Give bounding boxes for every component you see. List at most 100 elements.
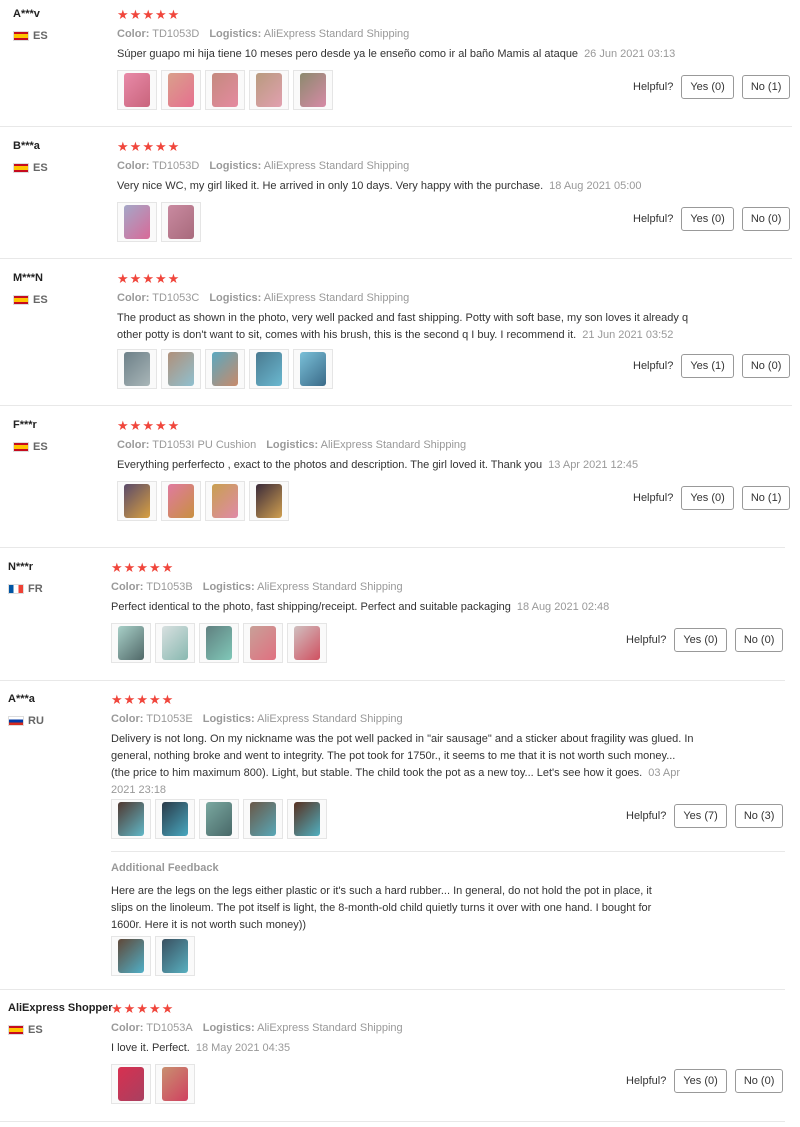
star-icon: ★: [136, 561, 148, 576]
review-text: The product as shown in the photo, very …: [117, 310, 697, 344]
reviewer-name: B***a: [13, 140, 40, 152]
helpful-no-button[interactable]: No (0): [741, 207, 791, 231]
review-photo[interactable]: [199, 799, 239, 839]
review-photo[interactable]: [117, 481, 157, 521]
helpful-yes-button[interactable]: Yes (0): [674, 1069, 727, 1093]
review-photo[interactable]: [111, 799, 151, 839]
helpful-yes-button[interactable]: Yes (1): [681, 354, 734, 378]
review-photo[interactable]: [243, 623, 283, 663]
review-text: Very nice WC, my girl liked it. He arriv…: [117, 178, 697, 195]
france-flag-icon: [8, 584, 24, 594]
color-value: TD1053E: [146, 713, 193, 725]
review-photo[interactable]: [161, 202, 201, 242]
logistics-value: AliExpress Standard Shipping: [263, 28, 410, 40]
helpful-vote: Helpful? Yes (7) No (3): [626, 804, 784, 828]
review-photo[interactable]: [249, 70, 289, 110]
review-meta: Color: TD1053D Logistics: AliExpress Stan…: [117, 160, 409, 172]
helpful-no-button[interactable]: No (1): [741, 486, 791, 510]
color-value: TD1053D: [152, 160, 200, 172]
review-photo[interactable]: [161, 481, 201, 521]
review-body: Perfect identical to the photo, fast shi…: [111, 601, 511, 613]
color-label: Color:: [117, 160, 150, 172]
divider: [0, 547, 785, 548]
photo-gallery: [117, 481, 289, 521]
review-photo[interactable]: [205, 481, 245, 521]
additional-feedback-label: Additional Feedback: [111, 862, 219, 874]
review-meta: Color: TD1053I PU Cushion Logistics: AliE…: [117, 439, 466, 451]
star-icon: ★: [129, 272, 142, 287]
star-rating: ★ ★ ★ ★ ★: [111, 694, 173, 707]
helpful-yes-button[interactable]: Yes (0): [674, 628, 727, 652]
logistics-label: Logistics:: [266, 439, 319, 451]
country-code: ES: [33, 162, 48, 174]
color-value: TD1053D: [152, 28, 200, 40]
review-photo[interactable]: [155, 936, 195, 976]
review-photo[interactable]: [117, 349, 157, 389]
review-photo[interactable]: [155, 623, 195, 663]
review-text: Everything perferfecto , exact to the ph…: [117, 457, 697, 474]
divider: [0, 258, 792, 259]
review-photo[interactable]: [199, 623, 239, 663]
helpful-no-button[interactable]: No (0): [734, 1069, 784, 1093]
logistics-value: AliExpress Standard Shipping: [263, 160, 410, 172]
color-label: Color:: [117, 292, 150, 304]
reviewer-name: F***r: [13, 419, 37, 431]
review-photo[interactable]: [155, 1064, 195, 1104]
color-value: TD1053C: [152, 292, 200, 304]
star-rating: ★ ★ ★ ★ ★: [117, 9, 179, 22]
star-icon: ★: [142, 140, 154, 155]
helpful-yes-button[interactable]: Yes (0): [681, 75, 734, 99]
review-photo[interactable]: [293, 70, 333, 110]
review-body: Everything perferfecto , exact to the ph…: [117, 459, 543, 471]
reviewer-country: ES: [13, 30, 48, 42]
reviewer-name: A***a: [8, 693, 35, 705]
review-photo[interactable]: [205, 70, 245, 110]
helpful-no-button[interactable]: No (3): [734, 804, 784, 828]
helpful-yes-button[interactable]: Yes (7): [674, 804, 727, 828]
helpful-no-button[interactable]: No (0): [734, 628, 784, 652]
review-photo[interactable]: [249, 349, 289, 389]
review-photo[interactable]: [293, 349, 333, 389]
review-photo[interactable]: [287, 799, 327, 839]
review-photo[interactable]: [111, 623, 151, 663]
logistics-label: Logistics:: [209, 28, 262, 40]
review-photo[interactable]: [249, 481, 289, 521]
helpful-no-button[interactable]: No (0): [741, 354, 791, 378]
review-photo[interactable]: [111, 936, 151, 976]
review-photo[interactable]: [243, 799, 283, 839]
review-photo[interactable]: [161, 349, 201, 389]
reviewer-name: AliExpress Shopper: [8, 1002, 113, 1014]
review-photo[interactable]: [117, 202, 157, 242]
photo-gallery: [111, 623, 327, 663]
review-photo[interactable]: [155, 799, 195, 839]
helpful-vote: Helpful? Yes (0) No (1): [633, 486, 791, 510]
reviewer-name: M***N: [13, 272, 43, 284]
star-icon: ★: [136, 693, 148, 708]
review-photo[interactable]: [111, 1064, 151, 1104]
color-value: TD1053A: [146, 1022, 193, 1034]
spain-flag-icon: [13, 163, 29, 173]
helpful-label: Helpful?: [633, 360, 674, 372]
helpful-yes-button[interactable]: Yes (0): [681, 207, 734, 231]
color-label: Color:: [117, 28, 150, 40]
spain-flag-icon: [8, 1025, 24, 1035]
review-photo[interactable]: [117, 70, 157, 110]
country-code: ES: [28, 1024, 43, 1036]
star-icon: ★: [142, 272, 154, 287]
color-label: Color:: [117, 439, 150, 451]
country-code: ES: [33, 30, 48, 42]
photo-gallery: [117, 70, 333, 110]
helpful-label: Helpful?: [633, 213, 674, 225]
reviewer-country: ES: [13, 294, 48, 306]
review-photo[interactable]: [161, 70, 201, 110]
star-icon: ★: [161, 693, 174, 708]
review-photo[interactable]: [287, 623, 327, 663]
review-meta: Color: TD1053A Logistics: AliExpress Stan…: [111, 1022, 403, 1034]
review-photo[interactable]: [205, 349, 245, 389]
helpful-yes-button[interactable]: Yes (0): [681, 486, 734, 510]
star-icon: ★: [161, 1002, 174, 1017]
logistics-label: Logistics:: [209, 292, 262, 304]
color-value: TD1053I PU Cushion: [152, 439, 257, 451]
photo-gallery: [117, 202, 201, 242]
helpful-no-button[interactable]: No (1): [741, 75, 791, 99]
